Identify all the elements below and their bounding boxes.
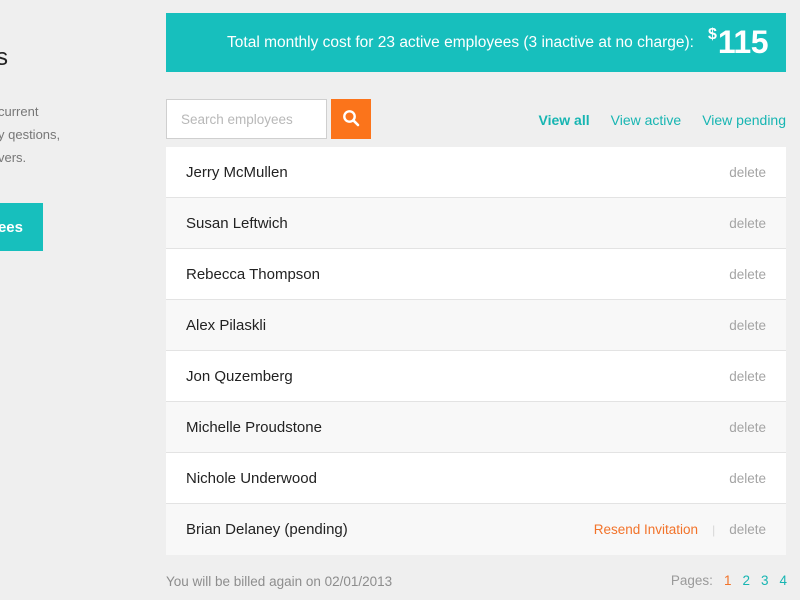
list-item: Michelle Proudstone delete — [166, 402, 786, 453]
list-item: Nichole Underwood delete — [166, 453, 786, 504]
delete-link[interactable]: delete — [729, 369, 766, 384]
employee-name: Brian Delaney (pending) — [186, 521, 348, 538]
row-actions: delete — [729, 267, 766, 282]
delete-link[interactable]: delete — [729, 522, 766, 537]
cost-value: 115 — [717, 24, 769, 60]
sidebar-description-line: y qestions, — [0, 127, 61, 142]
search-button[interactable] — [331, 99, 371, 139]
resend-invitation-link[interactable]: Resend Invitation — [594, 522, 698, 537]
monthly-cost-text: Total monthly cost for 23 active employe… — [227, 33, 694, 51]
list-item: Rebecca Thompson delete — [166, 249, 786, 300]
sidebar-description-line: current — [0, 104, 39, 119]
action-separator: | — [712, 522, 716, 537]
row-actions: Resend Invitation | delete — [594, 522, 766, 537]
add-employees-button[interactable]: ees — [0, 203, 43, 251]
filter-view-active[interactable]: View active — [611, 112, 682, 128]
employees-page: s current y qestions, vers. ees Total mo… — [0, 0, 800, 600]
row-actions: delete — [729, 165, 766, 180]
list-item: Alex Pilaskli delete — [166, 300, 786, 351]
delete-link[interactable]: delete — [729, 216, 766, 231]
pages-label: Pages: — [670, 573, 713, 588]
row-actions: delete — [729, 420, 766, 435]
billing-notice: You will be billed again on 02/01/2013 — [166, 574, 393, 589]
employee-name: Michelle Proudstone — [186, 418, 322, 436]
list-item: Jon Quzemberg delete — [166, 351, 786, 402]
row-actions: delete — [729, 369, 766, 384]
list-item-pending: Brian Delaney (pending) Resend Invitatio… — [166, 504, 786, 555]
row-actions: delete — [729, 471, 766, 486]
employee-name: Alex Pilaskli — [186, 316, 267, 334]
monthly-cost-amount: $ 115 — [707, 24, 769, 61]
row-actions: delete — [729, 318, 766, 333]
page-link-4[interactable]: 4 — [779, 573, 787, 588]
monthly-cost-banner: Total monthly cost for 23 active employe… — [166, 13, 786, 72]
add-employees-button-label: ees — [0, 218, 23, 236]
employee-list: Jerry McMullen delete Susan Leftwich del… — [166, 147, 786, 555]
employee-filters: View all View active View pending — [539, 112, 786, 128]
list-item: Jerry McMullen delete — [166, 147, 786, 198]
pagination: Pages: 1 2 3 4 — [671, 573, 787, 588]
employee-name: Susan Leftwich — [186, 214, 288, 232]
page-link-3[interactable]: 3 — [761, 573, 769, 588]
employee-name: Rebecca Thompson — [186, 265, 320, 283]
filter-view-pending[interactable]: View pending — [702, 112, 786, 128]
employee-name: Jerry McMullen — [186, 163, 288, 181]
delete-link[interactable]: delete — [729, 318, 766, 333]
search-input[interactable] — [166, 99, 327, 139]
delete-link[interactable]: delete — [729, 471, 766, 486]
page-link-2[interactable]: 2 — [742, 573, 750, 588]
sidebar-description: current y qestions, vers. — [0, 100, 60, 169]
search-icon — [342, 109, 360, 130]
list-item: Susan Leftwich delete — [166, 198, 786, 249]
delete-link[interactable]: delete — [729, 165, 766, 180]
sidebar-heading: s — [0, 44, 8, 71]
page-link-1[interactable]: 1 — [724, 573, 732, 588]
delete-link[interactable]: delete — [729, 267, 766, 282]
filter-view-all[interactable]: View all — [539, 112, 590, 128]
delete-link[interactable]: delete — [729, 420, 766, 435]
sidebar-description-line: vers. — [0, 150, 27, 165]
row-actions: delete — [729, 216, 766, 231]
employee-name: Jon Quzemberg — [186, 367, 293, 385]
employee-name: Nichole Underwood — [186, 469, 317, 487]
currency-symbol: $ — [707, 26, 717, 43]
